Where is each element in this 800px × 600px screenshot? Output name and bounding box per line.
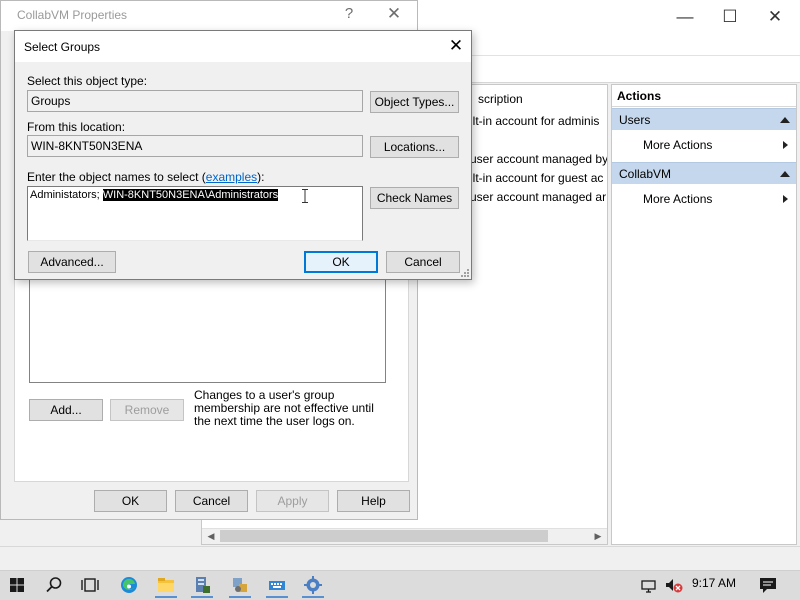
- list-row-description[interactable]: user account managed by: [470, 152, 607, 166]
- running-indicator: [302, 596, 324, 598]
- more-actions-item[interactable]: More Actions: [643, 138, 712, 152]
- scroll-right-icon[interactable]: ▶: [590, 528, 606, 544]
- actions-title: Actions: [612, 85, 796, 107]
- server-manager-icon[interactable]: [191, 574, 213, 596]
- cancel-button[interactable]: Cancel: [175, 490, 248, 512]
- keyboard-icon[interactable]: [266, 574, 288, 596]
- object-type-field: Groups: [27, 90, 363, 112]
- location-label: From this location:: [27, 120, 126, 134]
- names-text: Administators;: [30, 189, 103, 201]
- names-label-prefix: Enter the object names to select (: [27, 170, 206, 184]
- object-names-input[interactable]: Administators; WIN-8KNT50N3ENA\Administr…: [27, 186, 363, 241]
- examples-link[interactable]: examples: [206, 170, 257, 184]
- submenu-arrow-icon: [783, 195, 788, 203]
- submenu-arrow-icon: [783, 141, 788, 149]
- file-explorer-icon[interactable]: [155, 574, 177, 596]
- location-field: WIN-8KNT50N3ENA: [27, 135, 363, 157]
- scroll-left-icon[interactable]: ◀: [203, 528, 219, 544]
- resize-grip-icon[interactable]: [458, 266, 470, 278]
- edge-browser-icon[interactable]: [118, 574, 140, 596]
- running-indicator: [191, 596, 213, 598]
- more-actions-item[interactable]: More Actions: [643, 192, 712, 206]
- text-cursor-icon: [302, 189, 308, 203]
- dialog-title: Select Groups: [24, 40, 101, 54]
- remove-button[interactable]: Remove: [110, 399, 184, 421]
- actions-group-collabvm[interactable]: CollabVM: [612, 162, 796, 184]
- actions-group-label: CollabVM: [619, 167, 672, 181]
- dialog-cancel-button[interactable]: Cancel: [386, 251, 460, 273]
- task-view-icon[interactable]: [79, 574, 101, 596]
- check-names-button[interactable]: Check Names: [370, 187, 459, 209]
- help-icon[interactable]: ?: [340, 5, 358, 22]
- running-indicator: [155, 596, 177, 598]
- ok-button[interactable]: OK: [94, 490, 167, 512]
- column-header-description[interactable]: scription: [478, 92, 523, 106]
- mmc-statusbar: [0, 546, 800, 570]
- member-of-list[interactable]: [29, 265, 386, 383]
- taskbar-clock[interactable]: 9:17 AM: [692, 576, 736, 590]
- object-type-label: Select this object type:: [27, 74, 148, 88]
- gear-icon[interactable]: [302, 574, 324, 596]
- close-icon[interactable]: ✕: [385, 4, 403, 24]
- running-indicator: [229, 596, 251, 598]
- scrollbar-thumb[interactable]: [220, 530, 548, 542]
- collapse-icon[interactable]: [780, 171, 790, 177]
- object-types-button[interactable]: Object Types...: [370, 91, 459, 113]
- dialog-ok-button[interactable]: OK: [304, 251, 378, 273]
- advanced-button[interactable]: Advanced...: [28, 251, 116, 273]
- windows-start-icon[interactable]: [6, 574, 28, 596]
- locations-button[interactable]: Locations...: [370, 136, 459, 158]
- running-indicator: [266, 596, 288, 598]
- notifications-icon[interactable]: [757, 574, 779, 596]
- names-label-suffix: ):: [257, 170, 265, 184]
- collapse-icon[interactable]: [780, 117, 790, 123]
- membership-note: Changes to a user's group membership are…: [194, 388, 374, 428]
- actions-group-users[interactable]: Users: [612, 108, 796, 130]
- add-button[interactable]: Add...: [29, 399, 103, 421]
- properties-title: CollabVM Properties: [17, 8, 128, 22]
- list-row-description[interactable]: ilt-in account for guest ac: [470, 171, 607, 185]
- network-icon[interactable]: [640, 574, 658, 596]
- close-icon[interactable]: ✕: [755, 6, 795, 28]
- list-row-description[interactable]: ilt-in account for adminis: [470, 114, 607, 128]
- maximize-icon[interactable]: ☐: [710, 6, 750, 28]
- apply-button[interactable]: Apply: [256, 490, 329, 512]
- list-row-description[interactable]: user account managed ar: [470, 190, 607, 204]
- object-names-label: Enter the object names to select (exampl…: [27, 170, 264, 184]
- search-icon[interactable]: [43, 574, 65, 596]
- minimize-icon[interactable]: —: [665, 6, 705, 28]
- names-selected-text: WIN-8KNT50N3ENA\Administrators: [102, 189, 279, 201]
- actions-group-label: Users: [619, 113, 651, 127]
- help-button[interactable]: Help: [337, 490, 410, 512]
- computer-management-icon[interactable]: [229, 574, 251, 596]
- close-icon[interactable]: ✕: [446, 35, 466, 57]
- volume-muted-icon[interactable]: [664, 574, 684, 596]
- actions-pane: [611, 84, 797, 545]
